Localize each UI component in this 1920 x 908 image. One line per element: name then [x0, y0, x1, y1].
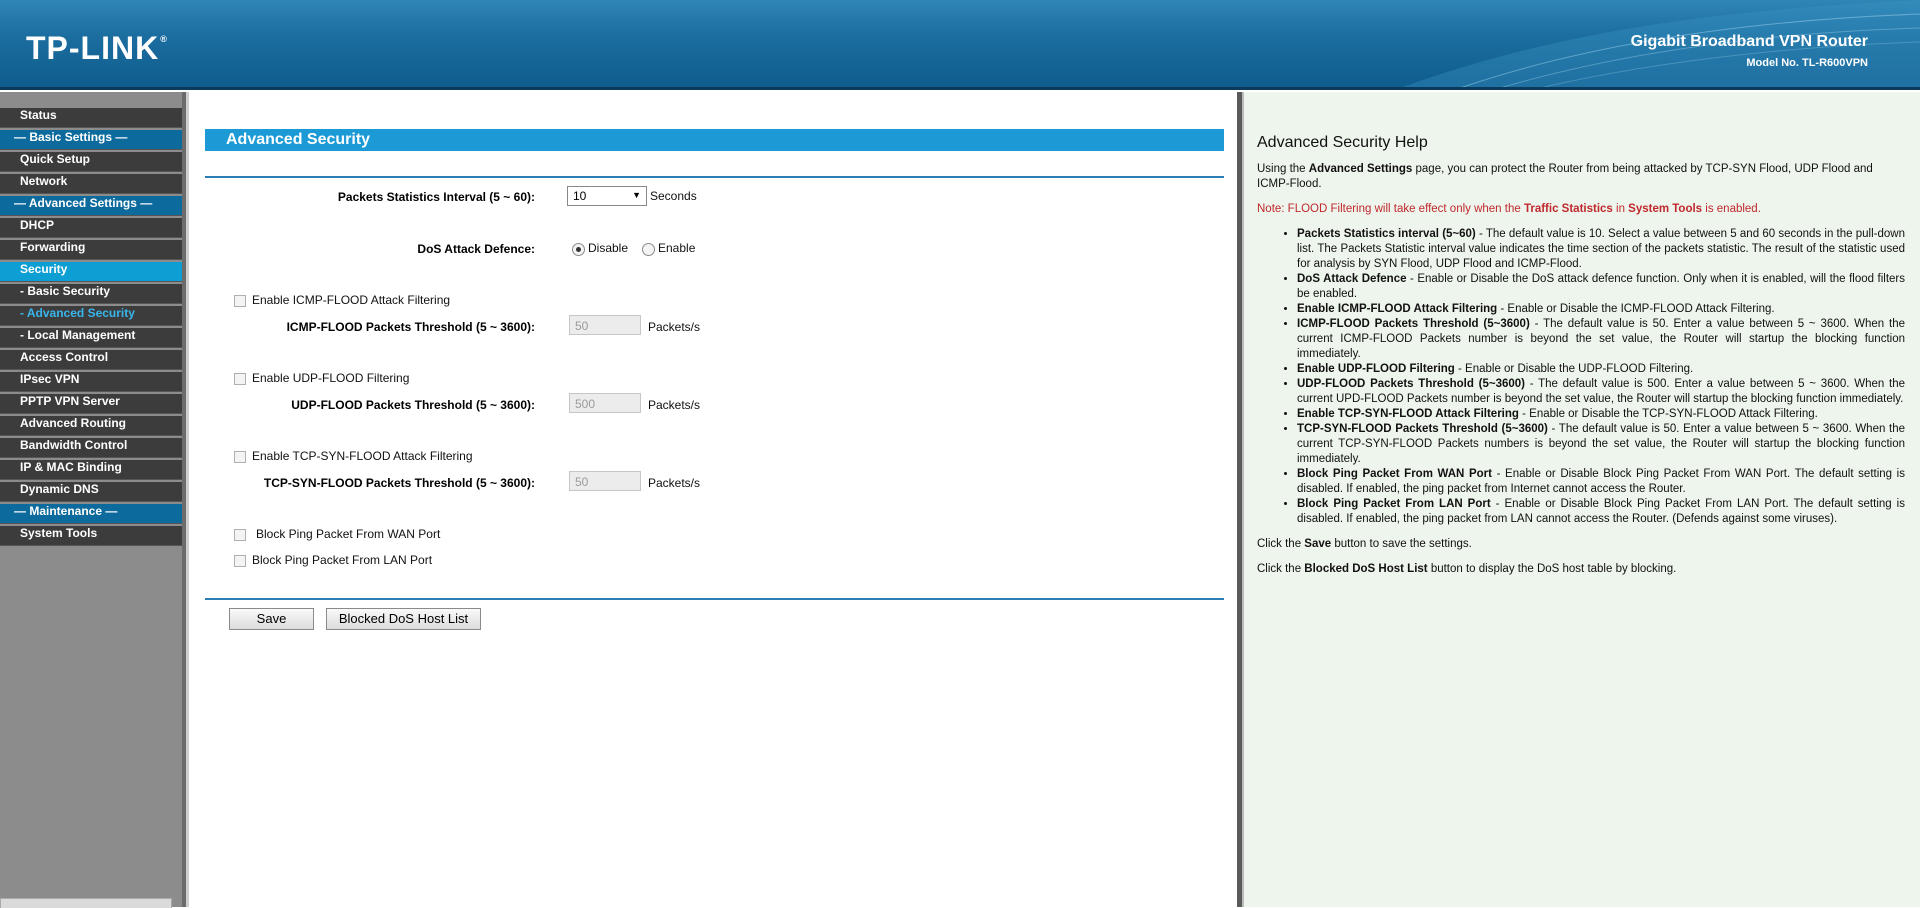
block-ping-lan-label: Block Ping Packet From LAN Port [252, 553, 433, 567]
sidebar-item-bandwidth-control[interactable]: Bandwidth Control [0, 438, 182, 458]
sidebar-item-ipsec-vpn[interactable]: IPsec VPN [0, 372, 182, 392]
block-ping-wan-label: Block Ping Packet From WAN Port [256, 527, 441, 541]
help-bullet: Packets Statistics interval (5~60) - The… [1297, 227, 1905, 272]
sidebar-item-quick-setup[interactable]: Quick Setup [0, 152, 182, 172]
udp-threshold-input[interactable]: 500 [569, 393, 641, 413]
tp-link-logo: TP-LINK® [26, 30, 168, 66]
sidebar-item-system-tools[interactable]: System Tools [0, 526, 182, 546]
block-ping-wan-checkbox[interactable] [234, 529, 246, 541]
dos-disable-label: Disable [588, 241, 629, 255]
page-title: Advanced Security [226, 131, 371, 148]
interval-label: Packets Statistics Interval (5 ~ 60): [337, 190, 535, 204]
tcp-syn-flood-checkbox[interactable] [234, 451, 246, 463]
sidebar-item-status[interactable]: Status [0, 108, 182, 128]
sidebar-subitem-basic-security[interactable]: - Basic Security [0, 284, 182, 304]
page-title-bar: Advanced Security [205, 129, 1224, 151]
sidebar-section-advanced-settings[interactable]: — Advanced Settings — [0, 196, 182, 216]
interval-select[interactable]: 10 ▼ [567, 186, 647, 206]
model-number: Model No. TL-R600VPN [1746, 57, 1868, 69]
sidebar-section-maintenance[interactable]: — Maintenance — [0, 504, 182, 524]
udp-flood-checkbox-label: Enable UDP-FLOOD Filtering [252, 371, 410, 385]
dos-disable-radio[interactable] [572, 243, 585, 256]
blocked-dos-host-list-button[interactable]: Blocked DoS Host List [326, 608, 481, 630]
udp-flood-checkbox[interactable] [234, 373, 246, 385]
header-divider [0, 87, 1920, 90]
sidebar-item-ip-mac-binding[interactable]: IP & MAC Binding [0, 460, 182, 480]
main-panel: Advanced Security Packets Statistics Int… [189, 92, 1237, 907]
help-blocked-text: Click the Blocked DoS Host List button t… [1257, 563, 1677, 575]
udp-threshold-unit: Packets/s [648, 398, 701, 412]
help-bullet: Block Ping Packet From LAN Port - Enable… [1297, 497, 1905, 527]
sidebar-item-dhcp[interactable]: DHCP [0, 218, 182, 238]
header-banner: TP-LINK® Gigabit Broadband VPN Router Mo… [0, 0, 1920, 88]
help-intro: Using the Advanced Settings page, you ca… [1257, 163, 1873, 190]
dos-label: DoS Attack Defence: [417, 242, 535, 256]
product-name: Gigabit Broadband VPN Router [1630, 33, 1868, 50]
icmp-flood-checkbox-label: Enable ICMP-FLOOD Attack Filtering [252, 293, 451, 307]
sidebar-subitem-advanced-security[interactable]: - Advanced Security [0, 306, 182, 326]
help-bullet: UDP-FLOOD Packets Threshold (5~3600) - T… [1297, 377, 1905, 407]
help-bullet: Enable UDP-FLOOD Filtering - Enable or D… [1297, 362, 1905, 377]
save-button[interactable]: Save [229, 608, 314, 630]
dos-enable-radio[interactable] [642, 243, 655, 256]
sidebar-section-basic-settings[interactable]: — Basic Settings — [0, 130, 182, 150]
help-bullet: Enable ICMP-FLOOD Attack Filtering - Ena… [1297, 302, 1905, 317]
help-panel: Advanced Security Help Using the Advance… [1244, 92, 1920, 907]
help-bullet: TCP-SYN-FLOOD Packets Threshold (5~3600)… [1297, 422, 1905, 467]
udp-threshold-label: UDP-FLOOD Packets Threshold (5 ~ 3600): [291, 398, 535, 412]
chevron-down-icon: ▼ [632, 190, 641, 200]
sidebar-subitem-local-management[interactable]: - Local Management [0, 328, 182, 348]
interval-unit: Seconds [650, 189, 697, 203]
sidebar-nav: Status — Basic Settings — Quick Setup Ne… [0, 92, 182, 546]
icmp-threshold-input[interactable]: 50 [569, 315, 641, 335]
help-bullet: Block Ping Packet From WAN Port - Enable… [1297, 467, 1905, 497]
help-note: Note: FLOOD Filtering will take effect o… [1257, 203, 1761, 215]
sidebar-item-network[interactable]: Network [0, 174, 182, 194]
sidebar-item-advanced-routing[interactable]: Advanced Routing [0, 416, 182, 436]
interval-select-value: 10 [573, 189, 587, 203]
block-ping-lan-checkbox[interactable] [234, 555, 246, 567]
bottom-divider [205, 598, 1224, 600]
tcp-syn-flood-checkbox-label: Enable TCP-SYN-FLOOD Attack Filtering [252, 449, 473, 463]
sidebar-item-security[interactable]: Security [0, 262, 182, 282]
dos-enable-label: Enable [658, 241, 696, 255]
help-bullet: DoS Attack Defence - Enable or Disable t… [1297, 272, 1905, 302]
top-divider [205, 176, 1224, 178]
sidebar-item-dynamic-dns[interactable]: Dynamic DNS [0, 482, 182, 502]
sidebar-item-access-control[interactable]: Access Control [0, 350, 182, 370]
help-title: Advanced Security Help [1257, 134, 1428, 151]
help-bullet-list: Packets Statistics interval (5~60) - The… [1257, 227, 1905, 527]
icmp-threshold-label: ICMP-FLOOD Packets Threshold (5 ~ 3600): [286, 320, 535, 334]
icmp-threshold-unit: Packets/s [648, 320, 701, 334]
help-bullet: ICMP-FLOOD Packets Threshold (5~3600) - … [1297, 317, 1905, 362]
icmp-flood-checkbox[interactable] [234, 295, 246, 307]
sidebar-item-pptp-vpn-server[interactable]: PPTP VPN Server [0, 394, 182, 414]
sidebar-item-forwarding[interactable]: Forwarding [0, 240, 182, 260]
tcp-threshold-label: TCP-SYN-FLOOD Packets Threshold (5 ~ 360… [263, 476, 535, 490]
tcp-threshold-unit: Packets/s [648, 476, 701, 490]
tcp-threshold-input[interactable]: 50 [569, 471, 641, 491]
help-bullet: Enable TCP-SYN-FLOOD Attack Filtering - … [1297, 407, 1905, 422]
sidebar-menu: Status — Basic Settings — Quick Setup Ne… [0, 92, 185, 908]
help-save-text: Click the Save button to save the settin… [1257, 538, 1472, 550]
